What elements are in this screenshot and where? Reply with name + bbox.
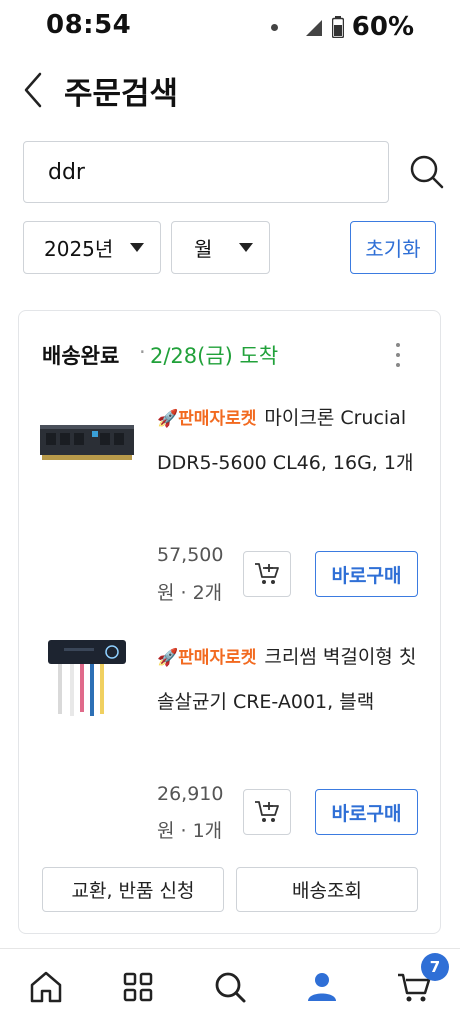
month-dropdown[interactable]: 월 xyxy=(171,221,270,274)
track-delivery-button[interactable]: 배송조회 xyxy=(236,867,418,912)
nav-my-account[interactable] xyxy=(302,967,342,1007)
battery-icon xyxy=(331,16,344,38)
grid-icon xyxy=(123,972,153,1002)
nav-search[interactable] xyxy=(210,967,250,1007)
home-icon xyxy=(30,971,62,1003)
bottom-navigation xyxy=(0,948,460,1025)
year-value: 2025년 xyxy=(44,237,114,261)
cart-count-badge: 7 xyxy=(421,953,449,981)
product-image-toothbrush-sterilizer[interactable] xyxy=(40,640,136,720)
arrival-date: 2/28(금) 도착 xyxy=(150,344,279,368)
product-title[interactable]: 🚀판매자로켓 마이크론 Crucial DDR5-5600 CL46, 16G, … xyxy=(157,396,419,485)
rocket-icon: 🚀 xyxy=(157,648,179,668)
search-button[interactable] xyxy=(406,151,446,191)
product-title[interactable]: 🚀판매자로켓 크리썸 벽걸이형 칫솔살균기 CRE-A001, 블랙 xyxy=(157,635,419,724)
page-title: 주문검색 xyxy=(64,76,179,112)
search-icon xyxy=(410,155,444,189)
buy-now-button[interactable]: 바로구매 xyxy=(315,551,418,597)
notification-dot-icon xyxy=(270,23,278,31)
order-status-separator: · xyxy=(139,340,146,364)
month-value: 월 xyxy=(194,237,213,261)
year-dropdown[interactable]: 2025년 xyxy=(23,221,161,274)
search-icon xyxy=(215,972,246,1003)
price-quantity: 원 · 1개 xyxy=(157,820,223,842)
reset-button[interactable]: 초기화 xyxy=(350,221,436,274)
nav-home[interactable] xyxy=(26,967,66,1007)
buy-now-button[interactable]: 바로구매 xyxy=(315,789,418,835)
add-to-cart-button[interactable] xyxy=(243,789,291,835)
price-line: 26,910 xyxy=(157,783,224,805)
seller-rocket-badge: 🚀판매자로켓 xyxy=(157,409,257,429)
search-input[interactable]: ddr xyxy=(23,141,389,203)
rocket-icon: 🚀 xyxy=(157,409,179,429)
chevron-left-icon xyxy=(24,72,42,108)
price-line: 57,500 xyxy=(157,544,224,566)
more-options-button[interactable] xyxy=(388,340,408,370)
caret-down-icon xyxy=(239,243,253,252)
battery-percentage: 60% xyxy=(351,12,414,42)
more-dot-icon xyxy=(396,363,400,367)
signal-icon xyxy=(305,20,322,36)
more-dot-icon xyxy=(396,353,400,357)
cart-plus-icon xyxy=(255,563,279,584)
return-exchange-button[interactable]: 교환, 반품 신청 xyxy=(42,867,224,912)
back-button[interactable] xyxy=(20,70,50,110)
add-to-cart-button[interactable] xyxy=(243,551,291,597)
product-image-ram[interactable] xyxy=(40,403,136,483)
cart-plus-icon xyxy=(255,801,279,822)
nav-categories[interactable] xyxy=(118,967,158,1007)
more-dot-icon xyxy=(396,343,400,347)
status-time: 08:54 xyxy=(46,10,132,40)
order-status: 배송완료 xyxy=(42,344,120,368)
price-quantity: 원 · 2개 xyxy=(157,582,223,604)
seller-rocket-badge: 🚀판매자로켓 xyxy=(157,648,257,668)
caret-down-icon xyxy=(130,243,144,252)
user-icon xyxy=(308,973,336,1001)
status-icons: 60% xyxy=(270,10,414,44)
